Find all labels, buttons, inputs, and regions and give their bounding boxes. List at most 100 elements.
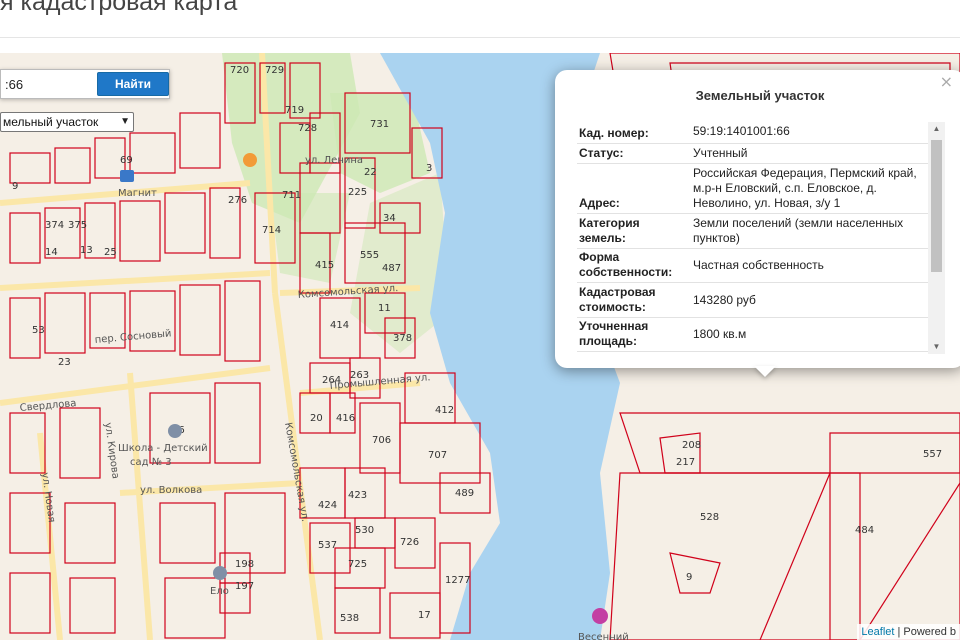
svg-text:34: 34 (383, 213, 396, 224)
popup-scrollbar[interactable]: ▲ ▼ (928, 122, 945, 354)
scroll-down-icon[interactable]: ▼ (928, 340, 945, 354)
svg-text:706: 706 (372, 435, 391, 446)
svg-text:707: 707 (428, 450, 447, 461)
attribute-value: 1800 кв.м (693, 327, 747, 341)
svg-text:725: 725 (348, 559, 367, 570)
attribute-value: 59:19:1401001:66 (693, 124, 790, 138)
svg-text:537: 537 (318, 540, 337, 551)
svg-text:17: 17 (418, 610, 431, 621)
svg-text:714: 714 (262, 225, 281, 236)
parcel-attributes-table: Кад. номер: 59:19:1401001:66 Статус: Учт… (577, 120, 929, 352)
svg-text:728: 728 (298, 123, 317, 134)
parcel-info-popup: × Земельный участок Кад. номер: 59:19:14… (555, 70, 960, 368)
svg-text:Магнит: Магнит (118, 188, 157, 199)
popup-title: Земельный участок (695, 88, 825, 103)
svg-text:720: 720 (230, 65, 249, 76)
svg-text:сад № 3: сад № 3 (130, 457, 172, 468)
svg-text:424: 424 (318, 500, 337, 511)
table-row: Статус: Учтенный (577, 144, 929, 164)
svg-text:25: 25 (104, 247, 117, 258)
attribute-value: Частная собственность (693, 258, 824, 272)
shop-icon (120, 170, 134, 182)
leaflet-link[interactable]: Leaflet (861, 626, 894, 638)
svg-text:11: 11 (378, 303, 391, 314)
svg-text:528: 528 (700, 512, 719, 523)
svg-text:557: 557 (923, 449, 942, 460)
svg-text:276: 276 (228, 195, 247, 206)
page-header: я кадастровая карта (0, 0, 960, 38)
svg-text:9: 9 (686, 572, 692, 583)
scroll-up-icon[interactable]: ▲ (928, 122, 945, 136)
svg-text:Ело: Ело (210, 586, 229, 597)
svg-text:530: 530 (355, 525, 374, 536)
svg-text:415: 415 (315, 260, 334, 271)
search-button[interactable]: Найти (97, 72, 169, 96)
search-bar: Найти (0, 69, 170, 99)
map-attribution: Leaflet | Powered b (857, 624, 960, 640)
svg-text:20: 20 (310, 413, 323, 424)
svg-text:489: 489 (455, 488, 474, 499)
table-row: Кадастровая стоимость: 143280 руб (577, 283, 929, 318)
poi-icon (213, 566, 227, 580)
svg-text:217: 217 (676, 457, 695, 468)
attribute-key: Статус: (579, 146, 624, 160)
popup-tip (754, 366, 776, 377)
attribute-key: Кадастровая стоимость: (579, 285, 656, 314)
object-type-select-value: мельный участок (3, 115, 99, 129)
search-input[interactable] (1, 72, 93, 96)
svg-text:22: 22 (364, 167, 377, 178)
school-icon (168, 424, 182, 438)
svg-text:53: 53 (32, 325, 45, 336)
svg-text:414: 414 (330, 320, 349, 331)
svg-text:9: 9 (12, 181, 18, 192)
svg-text:711: 711 (282, 190, 301, 201)
scroll-thumb[interactable] (931, 140, 942, 272)
chevron-down-icon: ▼ (120, 116, 130, 127)
table-row: Уточненная площадь: 1800 кв.м (577, 318, 929, 352)
svg-text:726: 726 (400, 537, 419, 548)
svg-text:374: 374 (45, 220, 64, 231)
svg-text:538: 538 (340, 613, 359, 624)
page-title: я кадастровая карта (0, 0, 238, 16)
svg-text:729: 729 (265, 65, 284, 76)
attribute-key: Категория земель: (579, 216, 640, 245)
cafe-icon (243, 153, 257, 167)
svg-text:23: 23 (58, 357, 71, 368)
svg-text:13: 13 (80, 245, 93, 256)
svg-text:225: 225 (348, 187, 367, 198)
svg-text:ул. Ленина: ул. Ленина (305, 155, 363, 166)
object-type-select[interactable]: мельный участок ▼ (0, 112, 134, 132)
svg-text:197: 197 (235, 581, 254, 592)
svg-text:14: 14 (45, 247, 58, 258)
svg-text:3: 3 (426, 163, 432, 174)
svg-text:412: 412 (435, 405, 454, 416)
svg-text:1277: 1277 (445, 575, 470, 586)
svg-text:423: 423 (348, 490, 367, 501)
attribute-value: 143280 руб (693, 292, 756, 307)
svg-text:555: 555 (360, 250, 379, 261)
svg-text:ул. Волкова: ул. Волкова (140, 485, 202, 496)
attribute-value: Учтенный (693, 146, 748, 160)
svg-text:484: 484 (855, 525, 874, 536)
table-row: Форма собственности: Частная собственнос… (577, 249, 929, 283)
attribute-key: Кад. номер: (579, 126, 649, 140)
attribution-text: | Powered b (894, 626, 956, 638)
attribute-value: Российская Федерация, Пермский край, м.р… (693, 166, 917, 210)
poi-icon (592, 608, 608, 624)
attribute-key: Уточненная площадь: (579, 319, 649, 348)
svg-text:Весенний: Весенний (578, 632, 629, 640)
svg-text:208: 208 (682, 440, 701, 451)
svg-text:69: 69 (120, 155, 133, 166)
svg-text:487: 487 (382, 263, 401, 274)
svg-text:Школа - Детский: Школа - Детский (118, 443, 208, 454)
attribute-value: Земли поселений (земли населенных пункто… (693, 216, 904, 245)
attribute-key: Адрес: (579, 196, 620, 210)
table-row: Адрес: Российская Федерация, Пермский кр… (577, 164, 929, 214)
svg-text:375: 375 (68, 220, 87, 231)
svg-text:731: 731 (370, 119, 389, 130)
svg-text:719: 719 (285, 105, 304, 116)
svg-text:198: 198 (235, 559, 254, 570)
svg-text:378: 378 (393, 333, 412, 344)
table-row: Кад. номер: 59:19:1401001:66 (577, 120, 929, 144)
attribute-key: Форма собственности: (579, 250, 673, 279)
